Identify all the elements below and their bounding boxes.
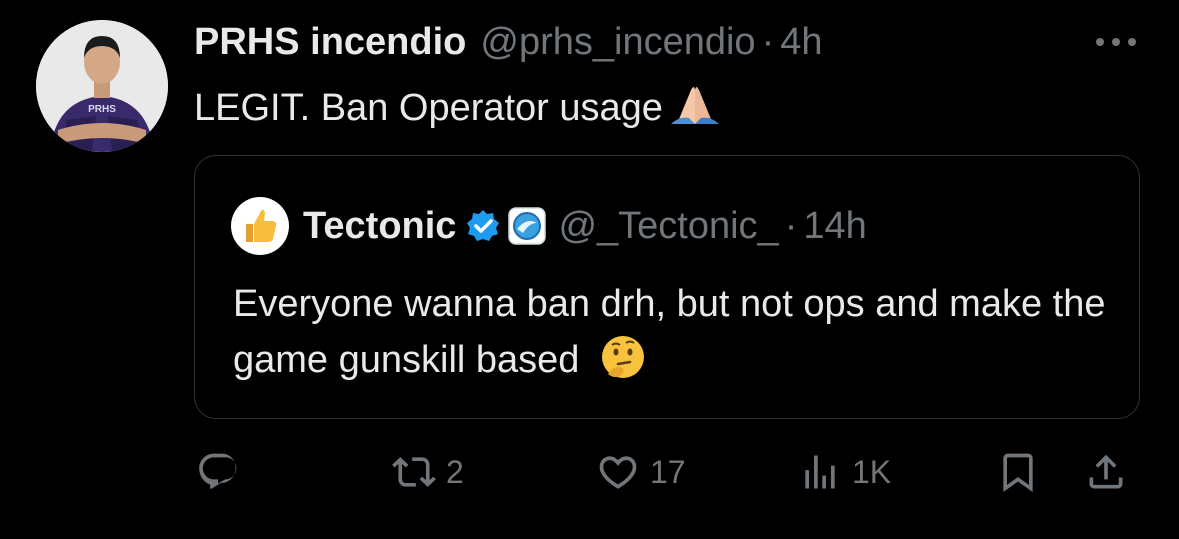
thinking-face-emoji bbox=[600, 334, 646, 396]
repost-count: 2 bbox=[446, 453, 464, 490]
bookmark-button[interactable] bbox=[996, 450, 1040, 494]
quote-header: Tectonic @_Tectonic_ · 14h bbox=[231, 197, 867, 255]
author-handle[interactable]: @prhs_incendio bbox=[480, 21, 755, 64]
quote-text-content: Everyone wanna ban drh, but not ops and … bbox=[233, 283, 1106, 381]
team-logo-icon[interactable] bbox=[508, 207, 547, 245]
tweet-header: PRHS incendio @prhs_incendio · 4h bbox=[194, 20, 823, 64]
like-count: 17 bbox=[650, 453, 686, 490]
author-name[interactable]: PRHS incendio bbox=[194, 21, 466, 64]
views-icon bbox=[805, 455, 835, 489]
quote-separator-dot: · bbox=[784, 204, 798, 247]
tweet-text-content: LEGIT. Ban Operator usage bbox=[194, 86, 663, 129]
quote-author-name[interactable]: Tectonic bbox=[303, 205, 456, 248]
quote-text: Everyone wanna ban drh, but not ops and … bbox=[233, 276, 1113, 396]
tweet-action-bar: 2 17 1K bbox=[0, 440, 1179, 510]
tweet-timestamp[interactable]: 4h bbox=[780, 21, 822, 64]
quote-author-avatar[interactable] bbox=[231, 197, 289, 255]
quote-timestamp[interactable]: 14h bbox=[803, 205, 866, 248]
like-button[interactable]: 17 bbox=[596, 450, 686, 494]
more-horizontal-icon bbox=[1096, 38, 1136, 46]
bookmark-icon bbox=[1003, 453, 1033, 493]
quote-author-handle[interactable]: @_Tectonic_ bbox=[558, 205, 778, 248]
repost-button[interactable]: 2 bbox=[392, 450, 464, 494]
views-button[interactable]: 1K bbox=[798, 450, 891, 494]
share-icon bbox=[1089, 454, 1123, 489]
folded-hands-emoji bbox=[667, 80, 723, 136]
verified-badge-icon bbox=[466, 209, 500, 243]
author-avatar[interactable]: PRHS bbox=[36, 20, 168, 152]
avatar-photo: PRHS bbox=[36, 20, 168, 152]
quoted-tweet-card[interactable]: Tectonic @_Tectonic_ · 14h Everyone wann… bbox=[194, 155, 1140, 419]
share-button[interactable] bbox=[1084, 450, 1128, 494]
thumbs-up-icon bbox=[246, 209, 277, 242]
views-count: 1K bbox=[852, 453, 892, 490]
tweet-text: LEGIT. Ban Operator usage bbox=[194, 80, 723, 136]
reply-icon bbox=[199, 453, 237, 489]
separator-dot: · bbox=[761, 20, 775, 63]
more-options-button[interactable] bbox=[1088, 28, 1144, 56]
reply-button[interactable] bbox=[196, 450, 250, 494]
heart-icon bbox=[599, 456, 637, 489]
repost-icon bbox=[392, 457, 436, 487]
avatar-jersey-text: PRHS bbox=[88, 104, 116, 115]
